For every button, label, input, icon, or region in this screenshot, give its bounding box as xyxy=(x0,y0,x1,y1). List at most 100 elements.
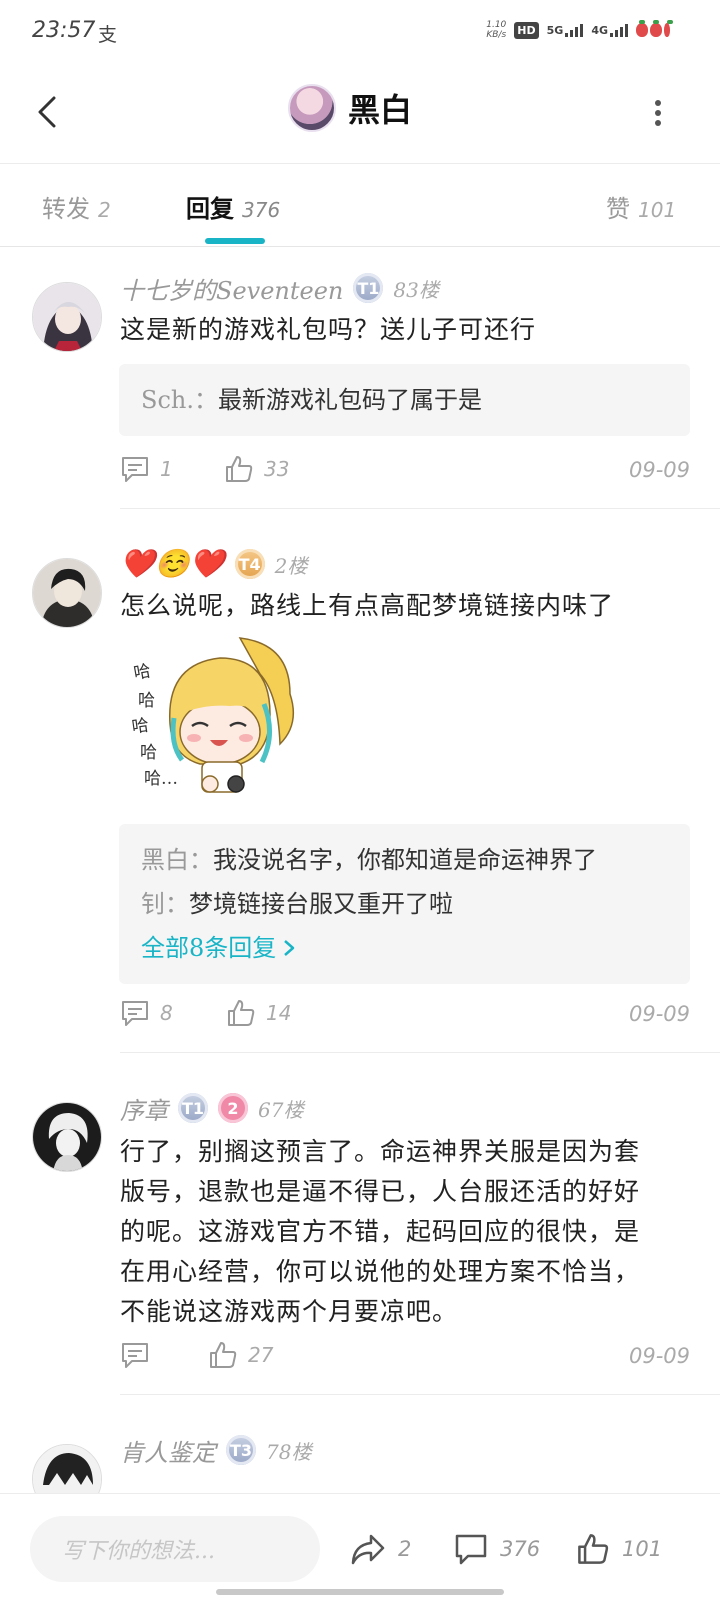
active-tab-indicator xyxy=(205,238,265,244)
svg-text:哈: 哈 xyxy=(140,743,157,763)
commenter-avatar[interactable] xyxy=(32,558,102,628)
strawberry-icon xyxy=(664,20,673,37)
comment-icon xyxy=(122,1343,148,1368)
reply-text: 梦境链接台服又重开了啦 xyxy=(189,890,453,918)
comment-divider xyxy=(120,1052,720,1053)
reply-button[interactable]: 1 xyxy=(120,454,173,484)
chevron-left-icon xyxy=(38,96,56,128)
comment-item: 肯人鉴定 T3 78楼 xyxy=(0,1432,720,1493)
reply-preview[interactable]: 黑白：我没说名字，你都知道是命运神界了 钊：梦境链接台服又重开了啦 全部8条回复 xyxy=(119,824,690,984)
tab-replies[interactable]: 回复 376 xyxy=(186,189,280,224)
comment-divider xyxy=(120,1394,720,1395)
tab-replies-label: 回复 xyxy=(186,194,234,223)
svg-text:哈…: 哈… xyxy=(144,769,178,789)
reply-line: Sch.：最新游戏礼包码了属于是 xyxy=(141,378,668,422)
sim2-network-type: 4G xyxy=(591,24,608,37)
commenter-avatar[interactable] xyxy=(32,1102,102,1172)
fan-badge-icon: 2 xyxy=(218,1093,248,1123)
level-badge-icon: T1 xyxy=(353,273,384,303)
tab-replies-count: 376 xyxy=(242,198,281,222)
comment-text-line: 在用心经营，你可以说他的处理方案不恰当， xyxy=(120,1257,641,1286)
tab-likes[interactable]: 赞 101 xyxy=(606,189,676,224)
vertical-dots-icon xyxy=(655,100,661,126)
comment-text[interactable]: 怎么说呢，路线上有点高配梦境链接内味了 xyxy=(120,586,680,626)
commenter-name[interactable]: 十七岁的Seventeen xyxy=(120,271,343,306)
notification-icons xyxy=(636,20,673,37)
strawberry-icon xyxy=(636,20,648,37)
comment-icon xyxy=(455,1534,487,1565)
comment-text[interactable]: 行了，别搁这预言了。命运神界关服是因为套 版号，退款也是逼不得已，人台服还活的好… xyxy=(120,1132,680,1332)
reply-line: 黑白：我没说名字，你都知道是命运神界了 xyxy=(141,838,668,882)
floor-number: 83楼 xyxy=(393,277,439,302)
reply-button[interactable] xyxy=(120,1340,160,1370)
tab-reposts-count: 2 xyxy=(98,198,111,222)
thumbs-up-icon xyxy=(578,1534,609,1564)
level-badge-icon: T3 xyxy=(226,1435,256,1465)
commenter-name[interactable]: 序章 xyxy=(120,1091,168,1126)
reply-count: 1 xyxy=(160,457,173,481)
top-app-bar: 黑白 xyxy=(0,64,720,164)
thumbs-up-icon xyxy=(226,456,253,482)
status-indicators: 1.10 KB/s HD 5G 4G xyxy=(486,20,673,40)
level-badge-icon: T1 xyxy=(178,1093,208,1123)
commenter-name[interactable]: 肯人鉴定 xyxy=(120,1433,216,1468)
bottom-action-bar: 写下你的想法... 2 376 101 xyxy=(0,1493,720,1600)
comments-button[interactable]: 376 xyxy=(454,1532,540,1566)
status-time: 23:57 xyxy=(32,18,96,43)
comment-header: 十七岁的Seventeen T1 83楼 xyxy=(120,270,439,306)
comment-text-line: 不能说这游戏两个月要凉吧。 xyxy=(120,1297,459,1326)
svg-text:哈: 哈 xyxy=(132,661,152,684)
view-all-replies-label: 全部8条回复 xyxy=(141,934,277,962)
tab-reposts[interactable]: 转发 2 xyxy=(42,189,111,224)
author-avatar[interactable] xyxy=(288,84,336,132)
commenter-name[interactable]: ❤️☺️❤️ xyxy=(120,549,225,579)
thumbs-up-icon xyxy=(210,1342,237,1368)
comment-text-line: 的呢。这游戏官方不错，起码回应的很快，是 xyxy=(120,1217,641,1246)
like-button[interactable]: 14 xyxy=(226,998,291,1028)
comment-date: 09-09 xyxy=(628,1002,690,1026)
floor-number: 78楼 xyxy=(266,1439,312,1464)
comment-input[interactable]: 写下你的想法... xyxy=(30,1516,320,1582)
like-button[interactable]: 27 xyxy=(208,1340,273,1370)
reply-text: 最新游戏礼包码了属于是 xyxy=(217,386,482,414)
like-count: 14 xyxy=(266,1001,292,1025)
alipay-notification-icon: 支 xyxy=(98,24,118,46)
comment-actions: 27 09-09 xyxy=(120,1340,690,1380)
commenter-avatar[interactable] xyxy=(32,1444,102,1493)
svg-text:哈: 哈 xyxy=(138,691,155,711)
reply-author: 钊： xyxy=(141,890,189,918)
reply-count: 8 xyxy=(160,1001,173,1025)
signal-sim1-icon: 5G xyxy=(547,23,584,37)
status-bar: 23:57 支 1.10 KB/s HD 5G 4G xyxy=(0,0,720,64)
view-all-replies-link[interactable]: 全部8条回复 xyxy=(141,926,668,970)
comment-text-line: 版号，退款也是逼不得已，人台服还活的好好 xyxy=(120,1177,641,1206)
like-button[interactable]: 101 xyxy=(576,1532,662,1566)
comment-text[interactable]: 这是新的游戏礼包吗？送儿子可还行 xyxy=(120,310,680,350)
back-button[interactable] xyxy=(30,92,70,132)
laughing-girl-sticker-icon: 哈 哈 哈 哈 哈… xyxy=(131,637,295,793)
network-speed: 1.10 KB/s xyxy=(486,20,506,40)
reply-preview[interactable]: Sch.：最新游戏礼包码了属于是 xyxy=(119,364,690,436)
floor-number: 67楼 xyxy=(258,1097,304,1122)
more-options-button[interactable] xyxy=(646,98,670,128)
tab-bar: 转发 2 回复 376 赞 101 xyxy=(0,165,720,247)
reply-button[interactable]: 8 xyxy=(120,998,173,1028)
like-count: 33 xyxy=(264,457,290,481)
tab-likes-count: 101 xyxy=(638,198,677,222)
floor-number: 2楼 xyxy=(274,553,308,578)
network-speed-unit: KB/s xyxy=(486,30,507,40)
comment-header: 序章 T1 2 67楼 xyxy=(120,1090,303,1126)
share-count: 2 xyxy=(398,1537,412,1561)
comment-date: 09-09 xyxy=(628,458,690,482)
like-button[interactable]: 33 xyxy=(224,454,289,484)
sticker-image[interactable]: 哈 哈 哈 哈 哈… xyxy=(130,634,310,804)
sim1-network-type: 5G xyxy=(546,24,564,37)
home-indicator[interactable] xyxy=(216,1589,504,1595)
like-count: 27 xyxy=(248,1343,274,1367)
share-button[interactable]: 2 xyxy=(350,1532,411,1566)
comment-actions: 8 14 09-09 xyxy=(120,998,690,1038)
like-count: 101 xyxy=(622,1537,663,1561)
post-author[interactable]: 黑白 xyxy=(288,84,412,132)
commenter-avatar[interactable] xyxy=(32,282,102,352)
svg-text:哈: 哈 xyxy=(131,716,151,738)
